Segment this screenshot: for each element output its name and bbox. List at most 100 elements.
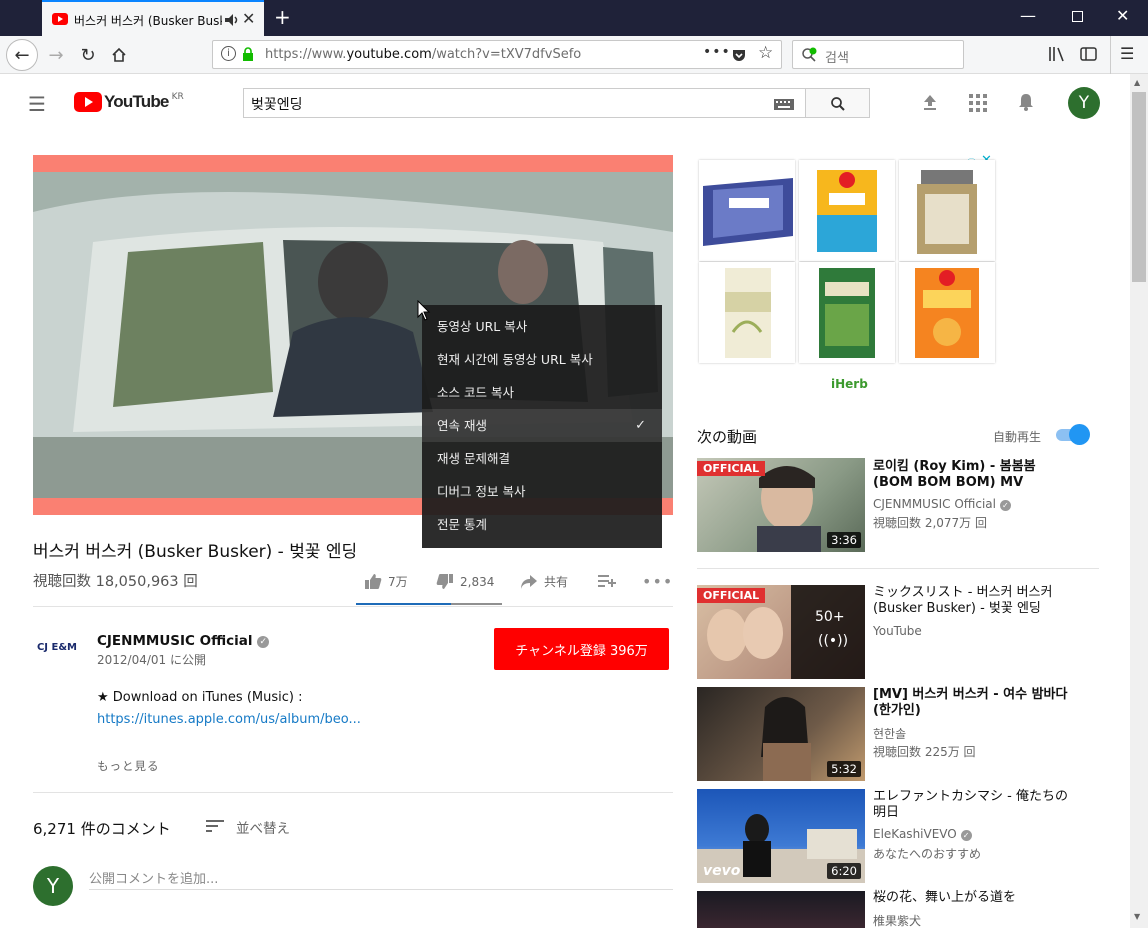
search-icon: [831, 97, 845, 111]
ad-banner[interactable]: ⓘ ✕: [697, 153, 997, 405]
channel-avatar[interactable]: CJ E&M: [33, 631, 81, 663]
channel-name[interactable]: 椎果紫犬: [873, 912, 921, 928]
arrow-right-icon: →: [48, 44, 64, 66]
video-title[interactable]: 桜の花、舞い上がる道を: [873, 890, 1073, 906]
sort-icon[interactable]: [206, 819, 224, 833]
sidebar-icon[interactable]: [1080, 46, 1098, 62]
reload-icon: ↻: [80, 44, 96, 66]
video-title[interactable]: 로이킴 (Roy Kim) - 봄봄봄 (BOM BOM BOM) MV: [873, 459, 1073, 491]
channel-name[interactable]: CJENMMUSIC Official ✓: [97, 633, 270, 649]
sort-button[interactable]: 並べ替え: [236, 817, 290, 837]
menu-item-copy-url-at-time[interactable]: 현재 시간에 동영상 URL 복사: [422, 343, 662, 376]
channel-name[interactable]: EleKashiVEVO ✓: [873, 827, 972, 841]
description-link[interactable]: https://itunes.apple.com/us/album/beo...: [97, 712, 361, 727]
minimize-icon[interactable]: —: [1020, 6, 1036, 25]
tab-title: 버스커 버스커 (Busker Busker) -: [74, 14, 222, 28]
ad-product-tile[interactable]: [799, 160, 895, 261]
guide-menu-icon[interactable]: ☰: [28, 92, 46, 116]
menu-item-copy-debug-info[interactable]: 디버그 정보 복사: [422, 475, 662, 508]
divider: [33, 792, 673, 793]
arrow-left-icon: ←: [14, 44, 30, 66]
scrollbar-thumb[interactable]: [1132, 92, 1146, 282]
channel-name[interactable]: CJENMMUSIC Official ✓: [873, 497, 1011, 511]
comment-count: 6,271 件のコメント: [33, 820, 171, 838]
pocket-icon[interactable]: [731, 47, 747, 63]
ad-product-tile[interactable]: [699, 262, 795, 363]
video-thumbnail[interactable]: vevo 6:20: [697, 789, 865, 883]
more-actions-icon[interactable]: •••: [642, 572, 673, 591]
add-to-playlist-icon[interactable]: [598, 574, 616, 588]
notifications-bell-icon[interactable]: [1017, 92, 1035, 112]
like-button[interactable]: 7万: [364, 573, 408, 590]
subscribe-button[interactable]: チャンネル登録 396万: [494, 628, 669, 670]
channel-name[interactable]: YouTube: [873, 624, 922, 638]
page-actions-icon[interactable]: •••: [703, 44, 731, 60]
ad-product-tile[interactable]: [699, 160, 795, 261]
video-thumbnail[interactable]: OFFICIAL 3:36: [697, 458, 865, 552]
share-button[interactable]: 共有: [520, 573, 568, 590]
menu-item-copy-url[interactable]: 동영상 URL 복사: [422, 310, 662, 343]
ad-brand-logo[interactable]: iHerb: [831, 377, 868, 391]
speaker-icon[interactable]: [224, 13, 240, 27]
mix-radio-icon: ((•)): [818, 633, 849, 649]
tea-box-image: [915, 268, 979, 358]
browser-search-bar[interactable]: 검색: [792, 40, 964, 69]
mix-thumbnail[interactable]: OFFICIAL 50+ ((•)): [697, 585, 865, 679]
video-title[interactable]: ミックスリスト - 버스커 버스커 (Busker Busker) - 벚꽃 엔…: [873, 585, 1073, 617]
hamburger-menu-icon[interactable]: ☰: [1120, 44, 1134, 63]
maximize-icon[interactable]: [1072, 11, 1083, 22]
toolbar-separator: [1110, 36, 1111, 74]
video-thumbnail[interactable]: 5:32: [697, 687, 865, 781]
upload-icon[interactable]: [921, 93, 939, 111]
account-avatar[interactable]: Y: [1068, 87, 1100, 119]
menu-item-loop[interactable]: 연속 재생 ✓: [422, 409, 662, 442]
search-input[interactable]: 벚꽃엔딩: [243, 88, 806, 118]
info-icon[interactable]: i: [221, 46, 236, 61]
show-more-button[interactable]: もっと見る: [97, 758, 160, 774]
menu-item-stats-for-nerds[interactable]: 전문 통계: [422, 508, 662, 541]
back-button[interactable]: ←: [6, 39, 38, 71]
bookmark-star-icon[interactable]: ☆: [758, 43, 773, 63]
video-title[interactable]: [MV] 버스커 버스커 - 여수 밤바다 (한가인): [873, 687, 1073, 719]
browser-window: 버스커 버스커 (Busker Busker) - ✕ + — ✕ ← → ↻ …: [0, 0, 1148, 928]
dislike-button[interactable]: 2,834: [436, 573, 494, 590]
dislike-count: 2,834: [460, 574, 495, 589]
video-title[interactable]: エレファントカシマシ - 俺たちの明日: [873, 789, 1073, 821]
new-tab-icon[interactable]: +: [274, 5, 291, 29]
vevo-logo: vevo: [703, 863, 741, 879]
browser-tab[interactable]: 버스커 버스커 (Busker Busker) - ✕: [42, 0, 264, 36]
ad-product-tile[interactable]: [799, 262, 895, 363]
scroll-down-arrow-icon[interactable]: ▼: [1134, 912, 1140, 921]
thumbs-up-icon: [365, 574, 382, 589]
channel-name[interactable]: 현한솔: [873, 725, 906, 742]
library-icon[interactable]: [1048, 46, 1066, 62]
ad-product-tile[interactable]: [899, 160, 995, 261]
search-query: 벚꽃엔딩: [251, 97, 303, 113]
close-window-icon[interactable]: ✕: [1116, 6, 1129, 25]
forward-button[interactable]: →: [44, 41, 68, 69]
official-badge: OFFICIAL: [697, 588, 766, 603]
autoplay-toggle-knob[interactable]: [1069, 424, 1090, 445]
url-bar[interactable]: i https://www.youtube.com/watch?v=tXV7df…: [212, 40, 782, 69]
menu-item-troubleshoot[interactable]: 재생 문제해결: [422, 442, 662, 475]
logo-text: YouTube: [104, 92, 169, 111]
apps-grid-icon[interactable]: [969, 94, 987, 112]
keyboard-icon[interactable]: [774, 99, 794, 110]
home-button[interactable]: [106, 41, 132, 69]
recommendation-label: あなたへのおすすめ: [873, 847, 982, 861]
video-thumbnail[interactable]: [697, 891, 865, 928]
menu-item-copy-embed-code[interactable]: 소스 코드 복사: [422, 376, 662, 409]
comment-input[interactable]: 公開コメントを追加...: [89, 866, 673, 890]
scroll-up-arrow-icon[interactable]: ▲: [1134, 78, 1140, 87]
ad-product-tile[interactable]: [899, 262, 995, 363]
region-code: KR: [171, 92, 184, 102]
search-button[interactable]: [805, 88, 870, 118]
tea-box-image: [725, 268, 771, 358]
reload-button[interactable]: ↻: [76, 41, 100, 69]
close-tab-icon[interactable]: ✕: [242, 9, 255, 28]
youtube-logo[interactable]: YouTube KR: [74, 92, 184, 112]
video-title: 버스커 버스커 (Busker Busker) - 벚꽃 엔딩: [33, 542, 358, 562]
youtube-favicon-icon: [52, 13, 68, 25]
mouse-cursor-icon: [417, 300, 431, 321]
divider: [697, 568, 1099, 569]
